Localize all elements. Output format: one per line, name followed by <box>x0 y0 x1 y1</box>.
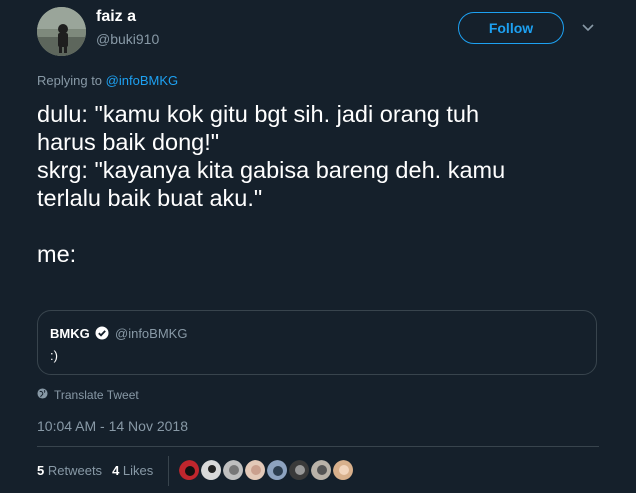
author-handle[interactable]: @buki910 <box>96 31 159 47</box>
translate-tweet-link[interactable]: Translate Tweet <box>37 388 139 402</box>
tweet-line <box>37 212 627 240</box>
author-avatar[interactable] <box>37 7 86 56</box>
globe-icon <box>37 388 48 402</box>
replying-to-link[interactable]: @infoBMKG <box>106 73 178 88</box>
liker-avatar[interactable] <box>310 459 332 481</box>
stats-separator <box>168 456 169 486</box>
quoted-author-handle: @infoBMKG <box>115 326 188 341</box>
tweet-line: skrg: "kayanya kita gabisa bareng deh. k… <box>37 157 506 183</box>
liker-avatar[interactable] <box>200 459 222 481</box>
tweet-page: faiz a @buki910 Follow Replying to @info… <box>0 0 636 493</box>
retweets-count: 5 <box>37 463 45 478</box>
replying-to-label: Replying to <box>37 73 106 88</box>
tweet-stats: 5 Retweets 4 Likes <box>37 463 153 478</box>
replying-to: Replying to @infoBMKG <box>37 73 178 88</box>
quoted-author-name: BMKG <box>50 326 90 341</box>
quoted-tweet[interactable]: BMKG @infoBMKG :) <box>37 310 597 375</box>
follow-button[interactable]: Follow <box>458 12 564 44</box>
likes-count: 4 <box>112 463 120 478</box>
liker-avatar[interactable] <box>288 459 310 481</box>
tweet-line: me: <box>37 241 77 267</box>
liker-avatar[interactable] <box>332 459 354 481</box>
tweet-line: terlalu baik buat aku." <box>37 185 263 211</box>
likes-stat[interactable]: 4 Likes <box>112 463 153 478</box>
liker-avatar[interactable] <box>178 459 200 481</box>
verified-badge-icon <box>95 326 109 340</box>
divider <box>37 446 599 447</box>
liker-avatar[interactable] <box>222 459 244 481</box>
liker-avatar[interactable] <box>266 459 288 481</box>
tweet-text: dulu: "kamu kok gitu bgt sih. jadi orang… <box>37 100 627 268</box>
quoted-tweet-text: :) <box>50 348 58 363</box>
translate-label: Translate Tweet <box>54 388 139 402</box>
chevron-down-icon[interactable] <box>580 20 596 36</box>
tweet-line: dulu: "kamu kok gitu bgt sih. jadi orang… <box>37 101 480 127</box>
tweet-line: harus baik dong!" <box>37 129 220 155</box>
retweets-label: Retweets <box>47 463 103 478</box>
liker-avatar[interactable] <box>244 459 266 481</box>
tweet-timestamp[interactable]: 10:04 AM - 14 Nov 2018 <box>37 418 188 434</box>
author-display-name[interactable]: faiz a <box>96 8 136 26</box>
likes-label: Likes <box>122 463 154 478</box>
retweets-stat[interactable]: 5 Retweets <box>37 463 102 478</box>
